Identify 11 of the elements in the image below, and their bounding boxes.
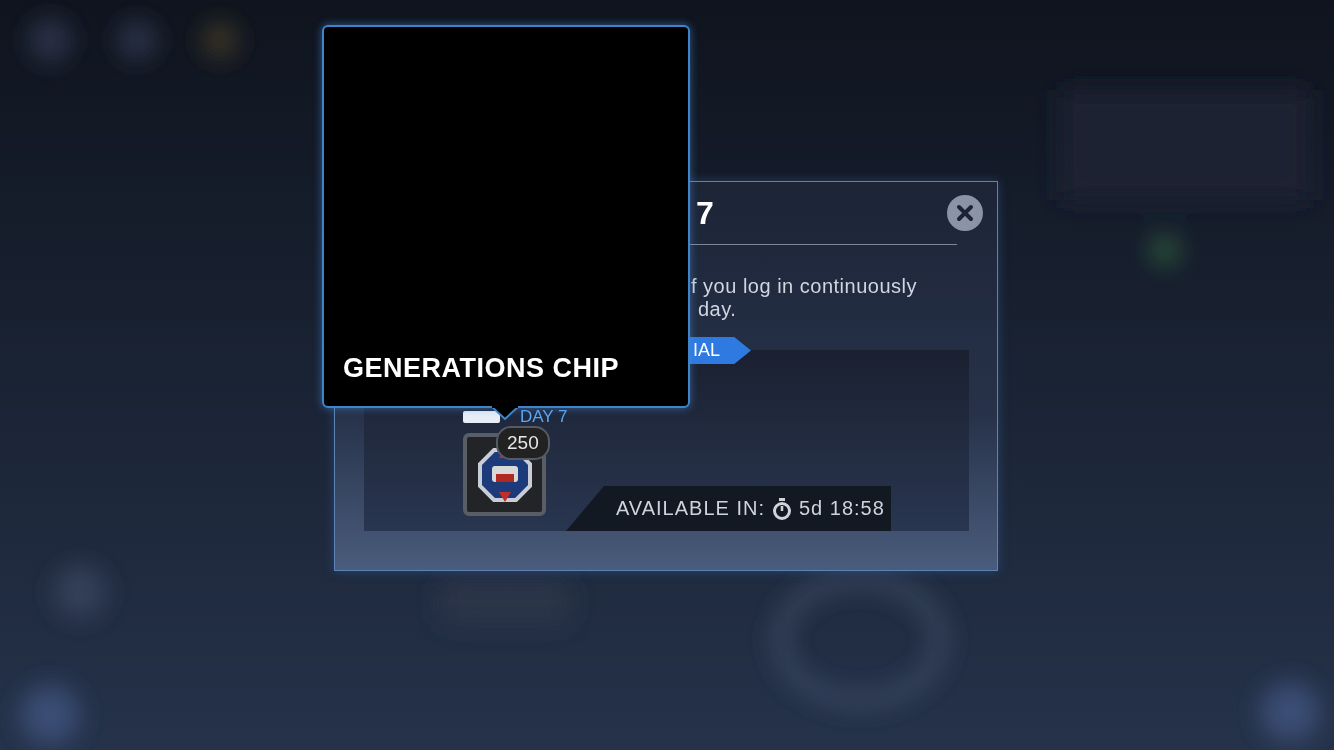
close-button[interactable] (947, 195, 983, 231)
description-text: day. (697, 298, 738, 321)
tooltip-title: GENERATIONS CHIP (343, 353, 620, 384)
dialog-title: 7 (696, 194, 715, 232)
description-text: f you log in continuously (691, 275, 918, 298)
quantity-badge: 250 (496, 426, 550, 460)
stopwatch-icon (772, 497, 792, 520)
day-label: DAY 7 (520, 408, 568, 425)
availability-time: 5d 18:58 (799, 497, 885, 520)
close-icon (955, 203, 975, 223)
availability-label: AVAILABLE IN: (616, 497, 765, 520)
